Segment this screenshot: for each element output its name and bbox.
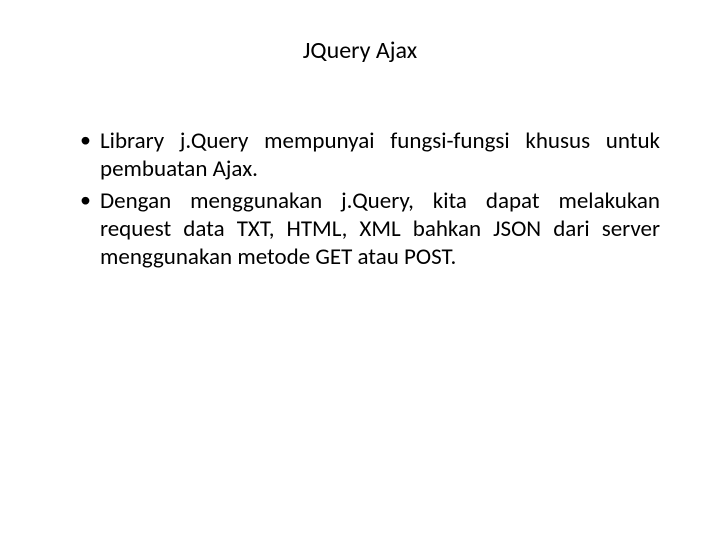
bullet-list: Library j.Query mempunyai fungsi-fungsi … bbox=[60, 127, 660, 271]
slide: JQuery Ajax Library j.Query mempunyai fu… bbox=[0, 0, 720, 540]
list-item: Library j.Query mempunyai fungsi-fungsi … bbox=[80, 127, 660, 183]
slide-title: JQuery Ajax bbox=[60, 36, 660, 65]
list-item: Dengan menggunakan j.Query, kita dapat m… bbox=[80, 187, 660, 271]
